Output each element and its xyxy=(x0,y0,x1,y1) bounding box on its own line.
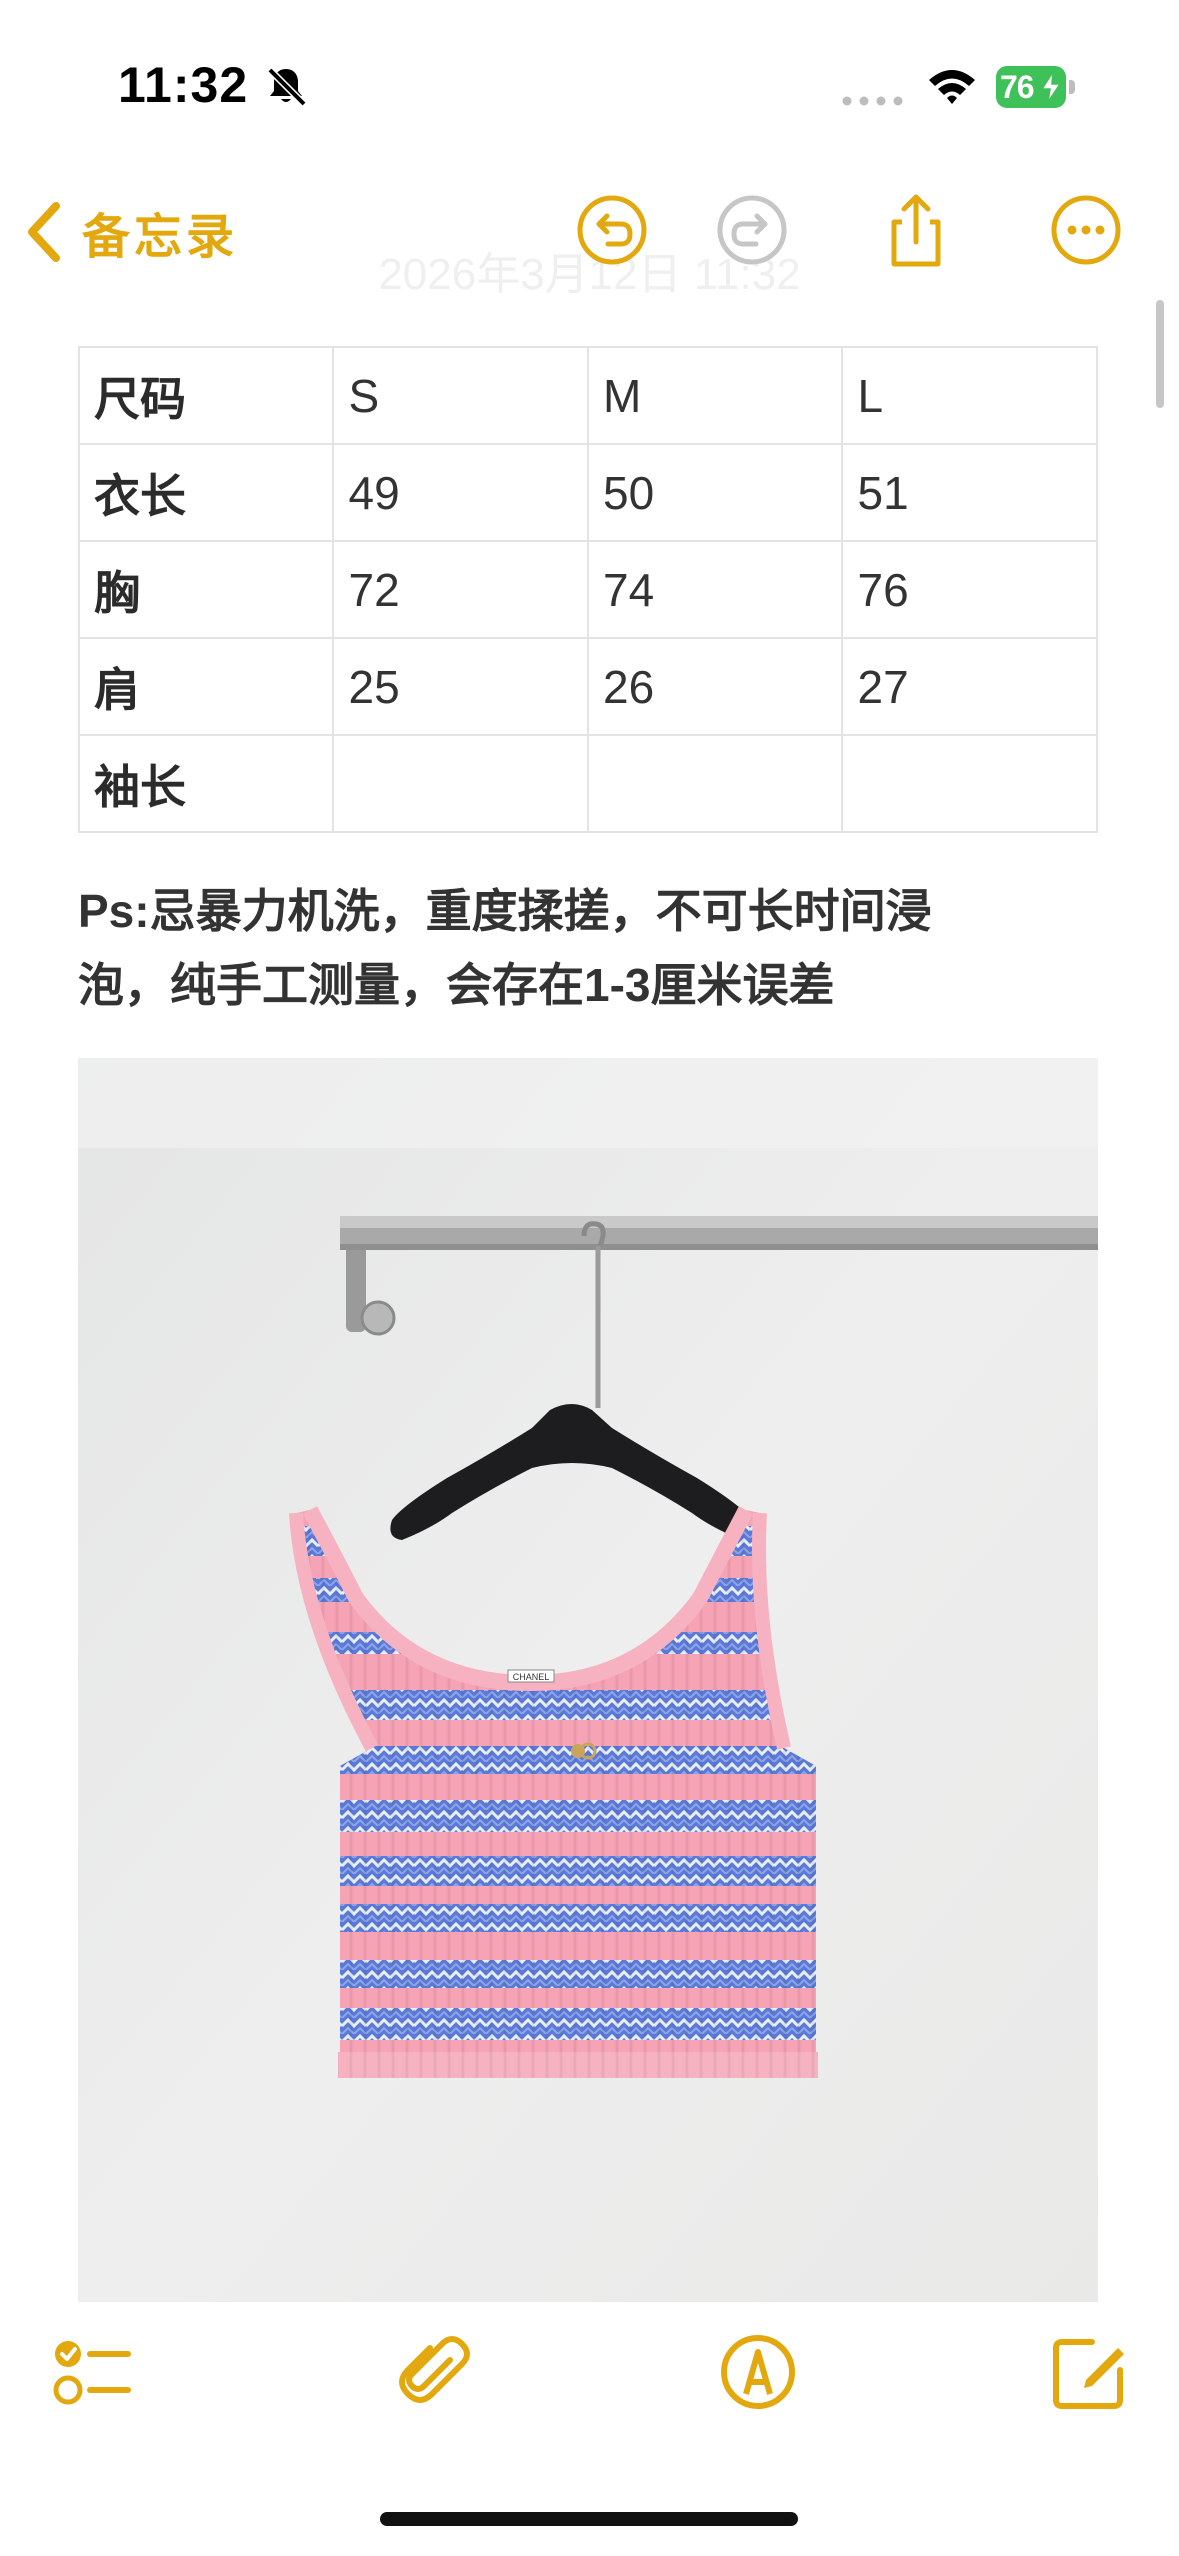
battery-body: 76 xyxy=(996,66,1066,108)
table-cell[interactable] xyxy=(841,734,1098,833)
table-cell[interactable]: 76 xyxy=(841,540,1098,639)
signal-dots-icon xyxy=(842,96,903,106)
paperclip-icon[interactable] xyxy=(390,2330,474,2414)
compose-icon[interactable] xyxy=(1048,2330,1132,2414)
table-cell[interactable]: L xyxy=(841,346,1098,445)
table-cell[interactable]: 胸 xyxy=(77,540,335,639)
home-indicator[interactable] xyxy=(380,2512,798,2526)
table-cell[interactable]: 25 xyxy=(332,637,589,736)
bottom-toolbar xyxy=(0,2330,1179,2442)
table-cell[interactable]: S xyxy=(332,346,589,445)
battery-indicator: 76 xyxy=(996,66,1076,108)
table-cell[interactable]: 27 xyxy=(841,637,1098,736)
table-cell[interactable]: 50 xyxy=(586,443,844,542)
scroll-indicator[interactable] xyxy=(1156,300,1164,408)
table-row: 尺码 S M L xyxy=(77,346,1098,445)
note-line: 泡，纯手工测量，会存在1-3厘米误差 xyxy=(78,959,835,1011)
battery-level: 76 xyxy=(1000,69,1035,105)
table-row: 袖长 xyxy=(77,734,1098,833)
photo-illustration: CHANEL xyxy=(78,1058,1098,2302)
table-cell[interactable]: 肩 xyxy=(77,637,335,736)
bell-slash-icon xyxy=(267,67,307,107)
undo-icon[interactable] xyxy=(574,192,650,268)
table-cell[interactable]: 49 xyxy=(332,443,589,542)
markup-pen-icon[interactable] xyxy=(716,2330,800,2414)
table-cell[interactable]: 尺码 xyxy=(77,346,335,445)
status-bar: 11:32 76 xyxy=(0,0,1179,170)
table-cell[interactable] xyxy=(332,734,589,833)
table-cell[interactable]: 74 xyxy=(586,540,844,639)
table-cell[interactable]: 袖长 xyxy=(77,734,335,833)
nav-bar: 2026年3月12日 11:32 备忘录 xyxy=(0,170,1179,299)
garment-label: CHANEL xyxy=(513,1672,550,1682)
more-icon[interactable] xyxy=(1048,192,1124,268)
back-button[interactable]: 备忘录 xyxy=(24,192,238,272)
battery-cap xyxy=(1069,80,1075,94)
product-photo[interactable]: CHANEL xyxy=(78,1058,1098,2302)
table-cell[interactable]: 72 xyxy=(332,540,589,639)
note-body-text[interactable]: Ps:忌暴力机洗，重度揉搓，不可长时间浸 泡，纯手工测量，会存在1-3厘米误差 xyxy=(78,874,1118,1022)
table-row: 胸 72 74 76 xyxy=(77,540,1098,639)
status-time: 11:32 xyxy=(118,57,249,113)
wifi-icon xyxy=(929,70,975,104)
table-cell[interactable]: 衣长 xyxy=(77,443,335,542)
chevron-left-icon xyxy=(28,202,60,262)
table-cell[interactable]: M xyxy=(586,346,844,445)
table-cell[interactable]: 51 xyxy=(841,443,1098,542)
table-cell[interactable]: 26 xyxy=(586,637,844,736)
redo-icon[interactable] xyxy=(714,192,790,268)
table-cell[interactable] xyxy=(586,734,844,833)
size-table: 尺码 S M L 衣长 49 50 51 胸 72 74 76 肩 25 26 … xyxy=(77,346,1098,833)
table-row: 衣长 49 50 51 xyxy=(77,443,1098,542)
back-label: 备忘录 xyxy=(82,211,239,264)
charging-bolt-icon xyxy=(1040,72,1062,102)
note-line: Ps:忌暴力机洗，重度揉搓，不可长时间浸 xyxy=(78,885,932,937)
checklist-icon[interactable] xyxy=(52,2330,136,2414)
share-icon[interactable] xyxy=(878,192,954,268)
table-row: 肩 25 26 27 xyxy=(77,637,1098,736)
